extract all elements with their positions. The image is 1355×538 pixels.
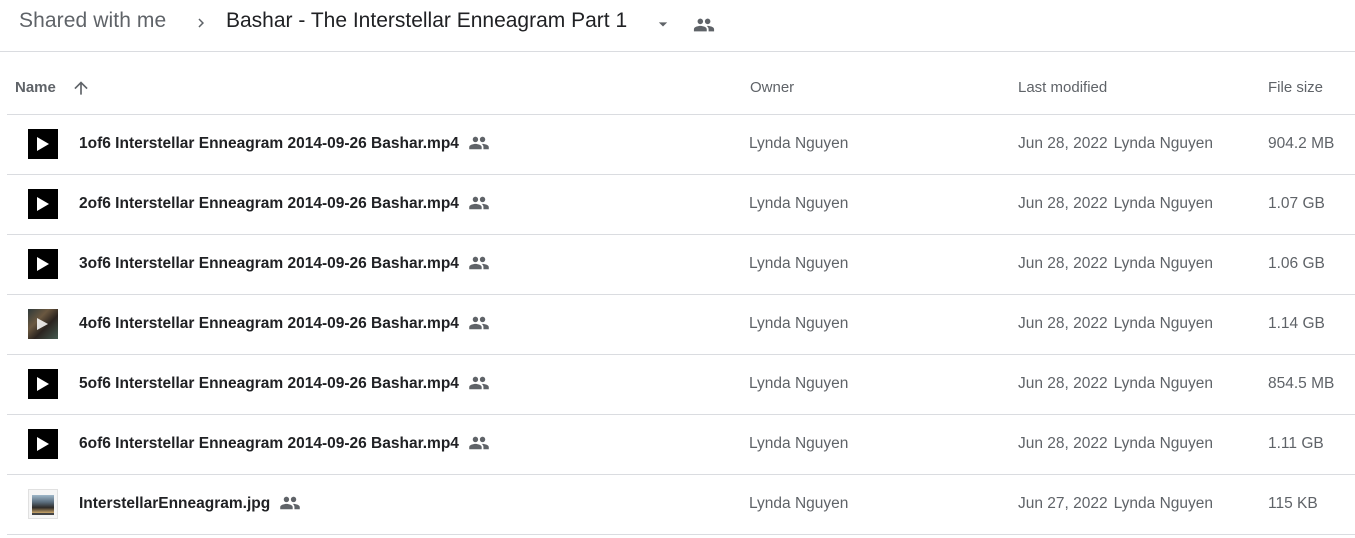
column-header-name[interactable]: Name bbox=[15, 79, 56, 96]
video-play-icon bbox=[28, 189, 58, 219]
owner-name: Lynda Nguyen bbox=[749, 375, 849, 392]
file-size: 1.11 GB bbox=[1268, 435, 1324, 452]
modified-by: Lynda Nguyen bbox=[1113, 135, 1214, 152]
breadcrumb-shared-with-me[interactable]: Shared with me bbox=[19, 9, 166, 33]
people-icon bbox=[469, 136, 489, 150]
modified-by: Lynda Nguyen bbox=[1113, 195, 1214, 212]
video-play-icon bbox=[28, 369, 58, 399]
arrow-drop-down-icon[interactable] bbox=[653, 14, 673, 34]
people-icon bbox=[469, 256, 489, 270]
column-header-file-size[interactable]: File size bbox=[1268, 79, 1323, 96]
file-row[interactable]: 5of6 Interstellar Enneagram 2014-09-26 B… bbox=[7, 355, 1355, 415]
last-modified: Jun 28, 2022 Lynda Nguyen bbox=[1018, 375, 1213, 393]
column-header-row: Name Owner Last modified File size bbox=[7, 53, 1355, 115]
modified-by: Lynda Nguyen bbox=[1113, 495, 1214, 512]
modified-date: Jun 28, 2022 bbox=[1018, 135, 1108, 152]
file-name[interactable]: 2of6 Interstellar Enneagram 2014-09-26 B… bbox=[79, 195, 490, 213]
column-header-owner: Owner bbox=[750, 79, 795, 96]
file-name[interactable]: InterstellarEnneagram.jpg bbox=[79, 495, 301, 513]
video-thumbnail-icon bbox=[28, 309, 58, 339]
file-name[interactable]: 1of6 Interstellar Enneagram 2014-09-26 B… bbox=[79, 135, 490, 153]
modified-by: Lynda Nguyen bbox=[1113, 375, 1214, 392]
owner-name: Lynda Nguyen bbox=[749, 435, 849, 452]
file-row[interactable]: 6of6 Interstellar Enneagram 2014-09-26 B… bbox=[7, 415, 1355, 475]
file-size: 1.14 GB bbox=[1268, 315, 1325, 332]
people-icon bbox=[469, 436, 489, 450]
file-size: 1.07 GB bbox=[1268, 195, 1325, 212]
file-row[interactable]: InterstellarEnneagram.jpg Lynda Nguyen J… bbox=[7, 475, 1355, 535]
file-name[interactable]: 4of6 Interstellar Enneagram 2014-09-26 B… bbox=[79, 315, 490, 333]
file-name[interactable]: 3of6 Interstellar Enneagram 2014-09-26 B… bbox=[79, 255, 490, 273]
modified-date: Jun 28, 2022 bbox=[1018, 435, 1108, 452]
modified-date: Jun 28, 2022 bbox=[1018, 255, 1108, 272]
file-size: 854.5 MB bbox=[1268, 375, 1335, 392]
people-icon bbox=[693, 18, 715, 32]
people-icon bbox=[469, 196, 489, 210]
last-modified: Jun 28, 2022 Lynda Nguyen bbox=[1018, 315, 1213, 333]
owner-name: Lynda Nguyen bbox=[749, 195, 849, 212]
file-row[interactable]: 4of6 Interstellar Enneagram 2014-09-26 B… bbox=[7, 295, 1355, 355]
owner-name: Lynda Nguyen bbox=[749, 135, 849, 152]
people-icon bbox=[469, 376, 489, 390]
people-icon bbox=[469, 316, 489, 330]
chevron-right-icon bbox=[198, 18, 204, 28]
last-modified: Jun 28, 2022 Lynda Nguyen bbox=[1018, 135, 1213, 153]
column-header-last-modified[interactable]: Last modified bbox=[1018, 79, 1107, 96]
last-modified: Jun 28, 2022 Lynda Nguyen bbox=[1018, 255, 1213, 273]
last-modified: Jun 28, 2022 Lynda Nguyen bbox=[1018, 195, 1213, 213]
file-size: 904.2 MB bbox=[1268, 135, 1335, 152]
file-name[interactable]: 6of6 Interstellar Enneagram 2014-09-26 B… bbox=[79, 435, 490, 453]
breadcrumb: Shared with me Bashar - The Interstellar… bbox=[0, 0, 1355, 52]
file-row[interactable]: 3of6 Interstellar Enneagram 2014-09-26 B… bbox=[7, 235, 1355, 295]
modified-date: Jun 27, 2022 bbox=[1018, 495, 1108, 512]
modified-date: Jun 28, 2022 bbox=[1018, 375, 1108, 392]
owner-name: Lynda Nguyen bbox=[749, 315, 849, 332]
last-modified: Jun 28, 2022 Lynda Nguyen bbox=[1018, 435, 1213, 453]
breadcrumb-current-folder[interactable]: Bashar - The Interstellar Enneagram Part… bbox=[226, 9, 627, 33]
last-modified: Jun 27, 2022 Lynda Nguyen bbox=[1018, 495, 1213, 513]
modified-by: Lynda Nguyen bbox=[1113, 255, 1214, 272]
video-play-icon bbox=[28, 249, 58, 279]
modified-by: Lynda Nguyen bbox=[1113, 435, 1214, 452]
file-row[interactable]: 1of6 Interstellar Enneagram 2014-09-26 B… bbox=[7, 115, 1355, 175]
modified-date: Jun 28, 2022 bbox=[1018, 195, 1108, 212]
modified-date: Jun 28, 2022 bbox=[1018, 315, 1108, 332]
file-row[interactable]: 2of6 Interstellar Enneagram 2014-09-26 B… bbox=[7, 175, 1355, 235]
arrow-upward-icon[interactable] bbox=[71, 78, 91, 98]
modified-by: Lynda Nguyen bbox=[1113, 315, 1214, 332]
owner-name: Lynda Nguyen bbox=[749, 495, 849, 512]
people-icon bbox=[280, 496, 301, 510]
file-size: 1.06 GB bbox=[1268, 255, 1325, 272]
file-name[interactable]: 5of6 Interstellar Enneagram 2014-09-26 B… bbox=[79, 375, 490, 393]
file-size: 115 KB bbox=[1268, 495, 1318, 512]
owner-name: Lynda Nguyen bbox=[749, 255, 849, 272]
video-play-icon bbox=[28, 429, 58, 459]
video-play-icon bbox=[28, 129, 58, 159]
image-thumbnail-icon bbox=[28, 489, 58, 519]
file-list: 1of6 Interstellar Enneagram 2014-09-26 B… bbox=[7, 115, 1355, 535]
